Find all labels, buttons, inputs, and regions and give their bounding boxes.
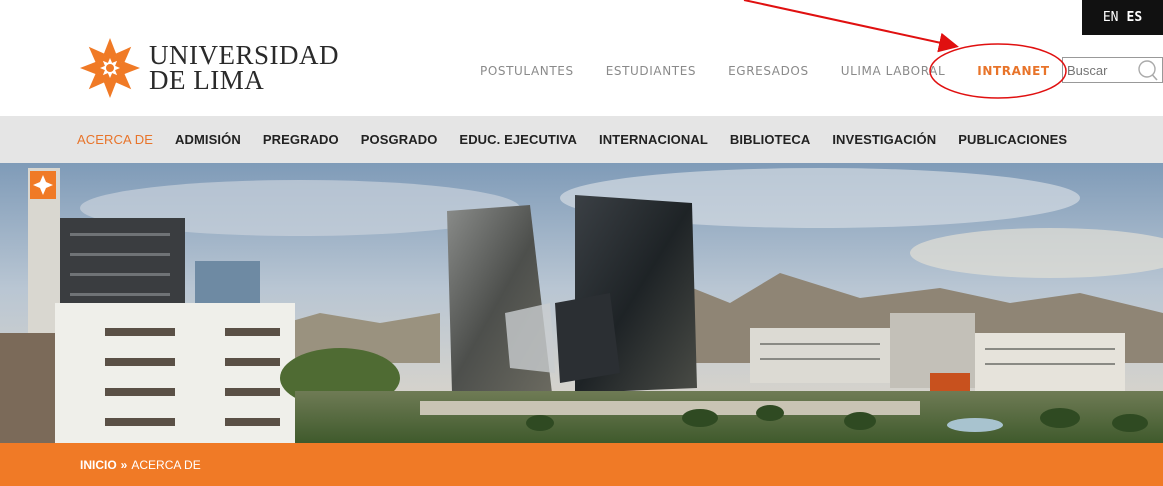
mainnav-educ-ejecutiva[interactable]: EDUC. EJECUTIVA: [459, 132, 577, 147]
topnav-egresados[interactable]: EGRESADOS: [728, 64, 809, 78]
logo-wordmark: UNIVERSIDAD DE LIMA: [149, 42, 339, 95]
topnav-estudiantes[interactable]: ESTUDIANTES: [606, 64, 696, 78]
breadcrumb-current: ACERCA DE: [131, 457, 201, 472]
topnav-ulima-laboral[interactable]: ULIMA LABORAL: [841, 64, 946, 78]
annotation-arrow: [743, 0, 959, 53]
mainnav-internacional[interactable]: INTERNACIONAL: [599, 132, 708, 147]
mainnav-pregrado[interactable]: PREGRADO: [263, 132, 339, 147]
breadcrumb-separator: »: [120, 457, 128, 472]
lang-en-link[interactable]: EN: [1103, 10, 1119, 25]
topnav-postulantes[interactable]: POSTULANTES: [480, 64, 574, 78]
top-navigation: POSTULANTES ESTUDIANTES EGRESADOS ULIMA …: [480, 64, 1082, 78]
star-flower-logo-icon: [80, 38, 140, 98]
mainnav-admision[interactable]: ADMISIÓN: [175, 132, 241, 147]
language-switcher: EN ES: [1082, 0, 1163, 35]
main-navigation: ACERCA DE ADMISIÓN PREGRADO POSGRADO EDU…: [0, 116, 1163, 163]
campus-panorama-illustration: [0, 163, 1163, 443]
breadcrumb: INICIO » ACERCA DE: [0, 443, 1163, 486]
mainnav-biblioteca[interactable]: BIBLIOTECA: [730, 132, 810, 147]
mainnav-acerca-de[interactable]: ACERCA DE: [77, 132, 153, 147]
logo-line-2: DE LIMA: [149, 65, 265, 95]
search-icon[interactable]: [1136, 59, 1158, 81]
breadcrumb-home-link[interactable]: INICIO: [80, 458, 117, 472]
mainnav-investigacion[interactable]: INVESTIGACIÓN: [832, 132, 936, 147]
mainnav-posgrado[interactable]: POSGRADO: [361, 132, 438, 147]
university-logo[interactable]: UNIVERSIDAD DE LIMA: [79, 37, 339, 99]
topnav-intranet[interactable]: INTRANET: [977, 64, 1049, 78]
search-input[interactable]: [1063, 58, 1143, 82]
mainnav-publicaciones[interactable]: PUBLICACIONES: [958, 132, 1067, 147]
lang-es-link[interactable]: ES: [1127, 10, 1143, 25]
search-box: [1062, 57, 1163, 83]
hero-campus-image: [0, 163, 1163, 443]
